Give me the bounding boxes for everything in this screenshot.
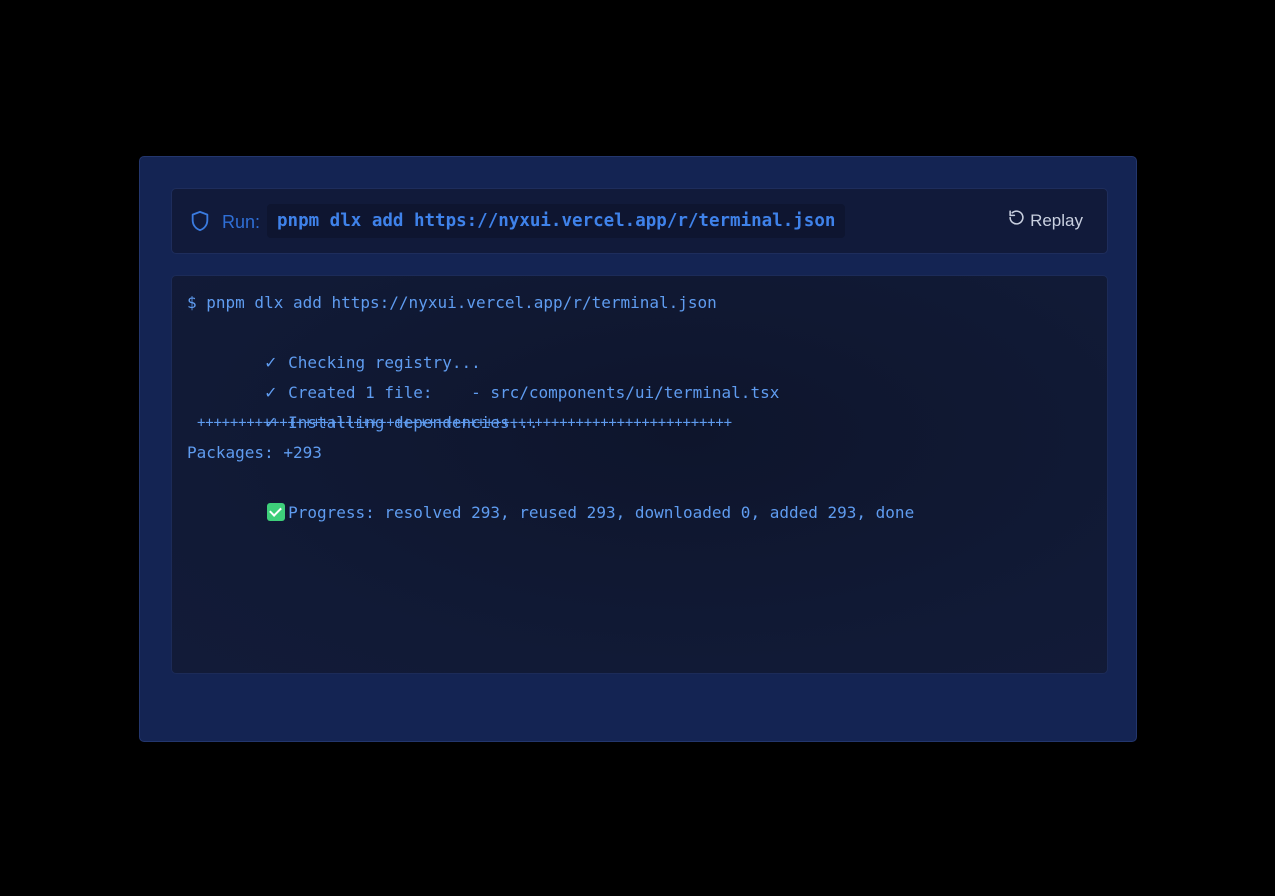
- check-icon: ✓: [264, 383, 278, 402]
- step-text: Created 1 file: - src/components/ui/term…: [288, 383, 780, 402]
- terminal-output: $ pnpm dlx add https://nyxui.vercel.app/…: [171, 275, 1108, 674]
- install-progress-bar: ++++++++++++++++++++++++++++++++++++++++…: [197, 415, 732, 431]
- prompt-line: $ pnpm dlx add https://nyxui.vercel.app/…: [187, 293, 717, 312]
- run-label: Run:: [222, 212, 261, 232]
- step-text: Checking registry...: [288, 353, 481, 372]
- terminal-card: Run: pnpm dlx add https://nyxui.vercel.a…: [139, 156, 1137, 742]
- replay-label: Replay: [1030, 211, 1083, 230]
- check-icon: ✓: [264, 353, 278, 372]
- progress-line: Progress: resolved 293, reused 293, down…: [288, 503, 915, 522]
- progress-line-row: Progress: resolved 293, reused 293, down…: [187, 468, 914, 522]
- shield-icon: [189, 209, 211, 233]
- rotate-ccw-icon: [1008, 208, 1025, 234]
- packages-line: Packages: +293: [187, 443, 322, 462]
- command-text[interactable]: pnpm dlx add https://nyxui.vercel.app/r/…: [277, 211, 835, 231]
- replay-button[interactable]: Replay: [1008, 208, 1083, 234]
- command-code-block[interactable]: pnpm dlx add https://nyxui.vercel.app/r/…: [267, 204, 846, 238]
- terminal-step: ✓ Checking registry...: [187, 318, 914, 372]
- checkbox-done-icon: [267, 503, 286, 521]
- run-command-bar: Run: pnpm dlx add https://nyxui.vercel.a…: [171, 188, 1108, 254]
